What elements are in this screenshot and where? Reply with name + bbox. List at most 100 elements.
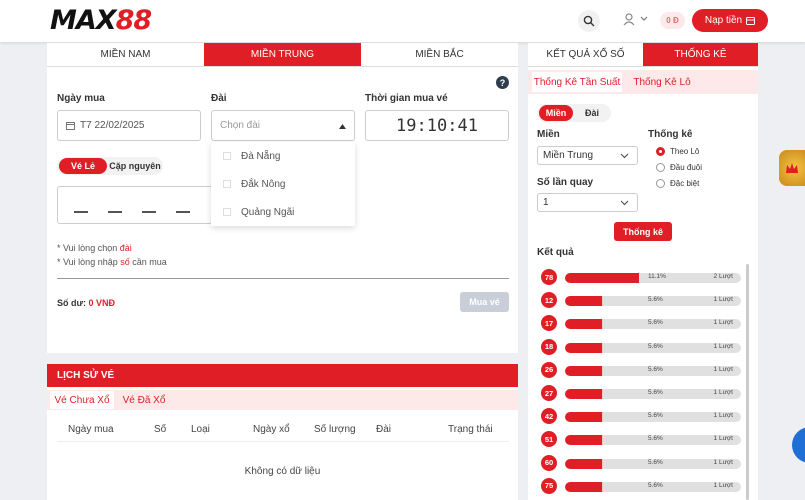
date-value: T7 22/02/2025 [80, 120, 145, 131]
toggle-station[interactable]: Đài [575, 105, 609, 121]
deposit-button[interactable]: Nạp tiền [692, 9, 768, 32]
caret-up-icon [339, 124, 346, 129]
region-select[interactable]: Miền Trung [537, 146, 638, 165]
wallet-icon [746, 16, 756, 25]
frequency-percent: 11.1% [648, 273, 666, 280]
station-placeholder: Chọn đài [220, 120, 261, 131]
frequency-bar-fill [565, 273, 639, 283]
radio-button[interactable] [656, 163, 665, 172]
chevron-down-icon [620, 200, 629, 206]
tab-settled-tickets[interactable]: Vé Đã Xổ [118, 391, 170, 409]
col-ngay-mua: Ngày mua [68, 424, 114, 435]
frequency-count: 2 Lượt [713, 273, 733, 280]
note-enter-number: * Vui lòng nhập số cần mua [57, 257, 167, 267]
frequency-bar-fill [565, 412, 603, 423]
frequency-percent: 5.6% [648, 458, 663, 466]
empty-state: Không có dữ liệu [244, 466, 321, 477]
help-icon[interactable]: ? [496, 76, 509, 89]
col-ngay-xo: Ngày xổ [253, 424, 290, 435]
tab-frequency-stats[interactable]: Thống Kê Tần Suất [532, 72, 622, 92]
tab-unsettled-tickets[interactable]: Vé Chưa Xổ [50, 391, 114, 409]
time-display: 19:10:41 [365, 110, 509, 141]
toggle-region[interactable]: Miền [539, 105, 573, 121]
number-ball: 51 [541, 431, 557, 448]
ticket-type-single[interactable]: Vé Lẻ [59, 158, 107, 174]
col-dai: Đài [376, 424, 392, 435]
stat-type-label: Thống kê [648, 129, 693, 140]
result-row: 75 5.6% 1 Lượt [541, 477, 741, 494]
checkbox[interactable] [223, 152, 231, 160]
date-field[interactable]: T7 22/02/2025 [57, 110, 201, 141]
tab-mien-nam[interactable]: MIỀN NAM [47, 43, 204, 67]
tab-lottery-results[interactable]: KẾT QUẢ XỔ SỐ [528, 43, 643, 67]
chat-float-button[interactable] [792, 427, 805, 463]
result-row: 12 5.6% 1 Lượt [541, 292, 741, 309]
spins-field-label: Số lần quay [537, 177, 594, 188]
user-menu-button[interactable] [622, 12, 648, 26]
checkbox[interactable] [223, 180, 231, 188]
number-ball: 60 [541, 454, 557, 471]
chevron-down-icon [640, 16, 648, 21]
digit-slot [176, 211, 190, 213]
ticket-type-pair[interactable]: Cặp nguyên [109, 158, 161, 174]
frequency-bar-fill [565, 296, 603, 307]
station-label: Đài [211, 93, 227, 104]
col-so-luong: Số lượng [314, 424, 356, 435]
radio-button[interactable] [656, 147, 665, 156]
station-select[interactable]: Chọn đài [211, 110, 355, 141]
result-row: 78 11.1% 2 Lượt [541, 269, 741, 285]
checkbox[interactable] [223, 208, 231, 216]
time-value: 19:10:41 [396, 115, 478, 136]
result-row: 27 5.6% 1 Lượt [541, 385, 741, 401]
table-divider [57, 441, 509, 442]
run-stats-button[interactable]: Thống kê [614, 222, 672, 241]
spins-select-value: 1 [543, 197, 549, 208]
stat-option-dac-biet[interactable]: Đặc biệt [656, 179, 699, 188]
results-scrollbar[interactable] [746, 264, 749, 500]
station-option[interactable]: Đắk Nông [211, 170, 355, 198]
tab-statistics[interactable]: THỐNG KÊ [643, 43, 758, 67]
region-field-label: Miền [537, 129, 560, 140]
col-loai: Loại [191, 424, 210, 435]
history-title: LỊCH SỬ VÉ [47, 364, 518, 387]
frequency-count: 1 Lượt [713, 319, 733, 327]
frequency-percent: 5.6% [648, 435, 663, 443]
frequency-percent: 5.6% [648, 481, 663, 489]
spins-select[interactable]: 1 [537, 193, 638, 212]
buy-ticket-button[interactable]: Mua vé [460, 292, 509, 312]
results-label: Kết quả [537, 247, 574, 258]
frequency-percent: 5.6% [648, 296, 663, 304]
frequency-bar-fill [565, 458, 603, 469]
frequency-bar-fill [565, 342, 603, 353]
tab-mien-bac[interactable]: MIỀN BẮC [361, 43, 518, 67]
tab-mien-trung[interactable]: MIỀN TRUNG [204, 43, 361, 67]
user-icon [623, 13, 635, 26]
result-row: 17 5.6% 1 Lượt [541, 315, 741, 332]
search-button[interactable] [578, 10, 600, 32]
station-option[interactable]: Quảng Ngãi [211, 198, 355, 226]
result-row: 42 5.6% 1 Lượt [541, 408, 741, 425]
frequency-count: 1 Lượt [713, 435, 733, 443]
col-so: Số [154, 424, 167, 435]
search-icon [583, 15, 595, 27]
tab-lo-stats[interactable]: Thống Kê Lô [628, 72, 696, 92]
number-ball: 18 [541, 338, 557, 355]
frequency-percent: 5.6% [648, 365, 663, 373]
frequency-count: 1 Lượt [713, 412, 733, 420]
result-row: 60 5.6% 1 Lượt [541, 454, 741, 471]
promo-float-icon[interactable] [779, 150, 805, 186]
stat-option-theo-lo[interactable]: Theo Lô [656, 147, 699, 156]
number-ball: 78 [541, 269, 557, 285]
frequency-count: 1 Lượt [713, 365, 733, 373]
radio-button[interactable] [656, 179, 665, 188]
stat-option-dau-duoi[interactable]: Đầu đuôi [656, 163, 702, 172]
balance-text: Số dư: 0 VNĐ [57, 298, 116, 308]
number-input[interactable] [57, 186, 213, 224]
note-select-station: * Vui lòng chọn đài [57, 243, 132, 253]
max88-logo[interactable]: MAX88 [50, 5, 152, 36]
station-option[interactable]: Đà Nẵng [211, 142, 355, 170]
region-select-value: Miền Trung [543, 150, 594, 161]
deposit-label: Nạp tiền [704, 15, 743, 26]
frequency-bar-fill [565, 481, 603, 492]
frequency-count: 1 Lượt [713, 296, 733, 304]
